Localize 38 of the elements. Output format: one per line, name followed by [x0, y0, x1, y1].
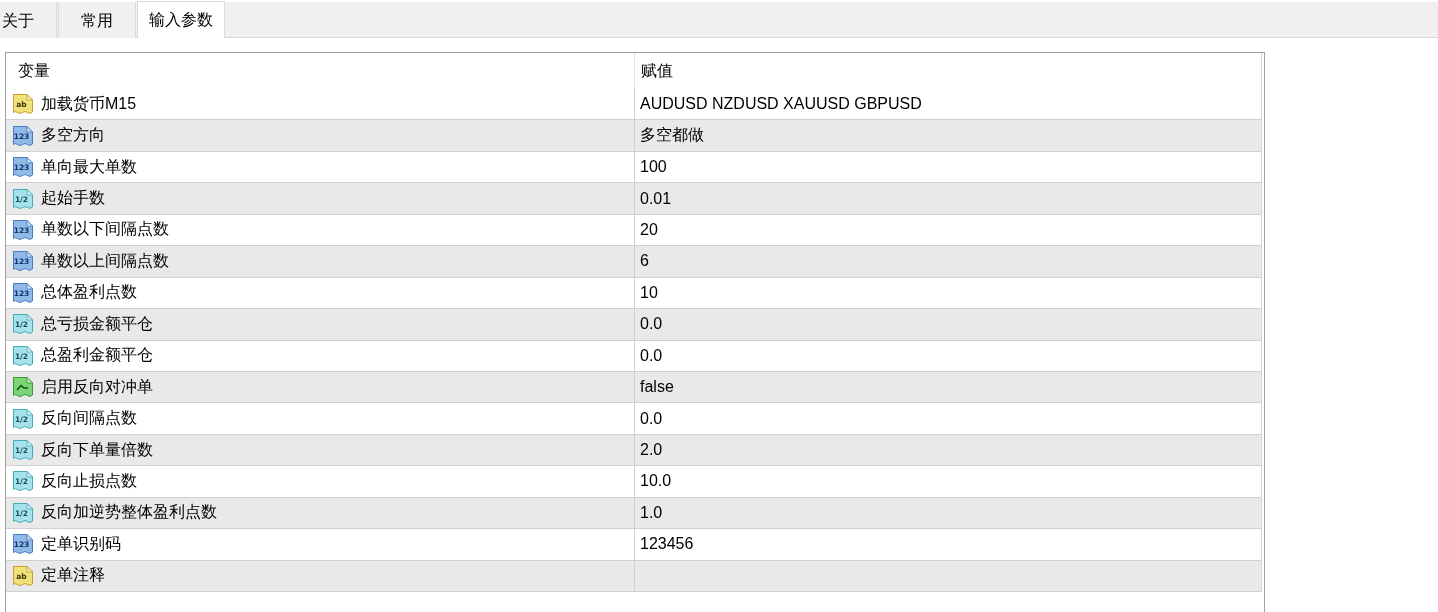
parameter-name: 总盈利金额平仓	[41, 345, 153, 366]
tab[interactable]: 常用	[58, 2, 136, 38]
parameter-value: 123456	[640, 535, 694, 554]
parameter-value: 20	[640, 220, 658, 239]
parameter-name: 启用反向对冲单	[41, 376, 153, 397]
column-header: 赋值	[641, 60, 673, 81]
column-header: 变量	[18, 60, 50, 81]
table-row[interactable]: 启用反向对冲单 false	[6, 371, 1262, 404]
parameter-name: 定单注释	[41, 565, 105, 586]
parameter-name: 单数以下间隔点数	[41, 219, 169, 240]
parameter-name: 起始手数	[41, 188, 105, 209]
parameter-name: 多空方向	[41, 125, 105, 146]
parameter-name: 总体盈利点数	[41, 282, 137, 303]
parameter-name: 反向加逆势整体盈利点数	[41, 502, 217, 523]
parameter-value: 多空都做	[640, 125, 704, 146]
parameter-name: 反向间隔点数	[41, 408, 137, 429]
parameter-value: 10	[640, 283, 658, 302]
parameter-value: 0.01	[640, 189, 672, 208]
chart-document-icon	[12, 376, 34, 399]
parameter-name: 单向最大单数	[41, 156, 137, 177]
parameter-value: 6	[640, 252, 649, 271]
parameter-value: AUDUSD NZDUSD XAUUSD GBPUSD	[640, 95, 922, 114]
parameter-name: 总亏损金额平仓	[41, 313, 153, 334]
parameter-value: 0.0	[640, 346, 663, 365]
parameter-value: 100	[640, 158, 667, 177]
parameter-name: 单数以上间隔点数	[41, 250, 169, 271]
parameter-value: false	[640, 378, 674, 397]
parameter-name: 反向止损点数	[41, 470, 137, 491]
parameter-value: 10.0	[640, 472, 672, 491]
parameter-value: 0.0	[640, 409, 663, 428]
parameter-value: 1.0	[640, 503, 663, 522]
parameter-name: 定单识别码	[41, 533, 121, 554]
parameter-value: 2.0	[640, 441, 663, 460]
parameter-name: 加载货币M15	[41, 93, 137, 114]
parameter-value: 0.0	[640, 315, 663, 334]
tab[interactable]: 输入参数	[137, 1, 225, 38]
parameter-name: 反向下单量倍数	[41, 439, 153, 460]
tab[interactable]: 关于	[0, 2, 57, 38]
